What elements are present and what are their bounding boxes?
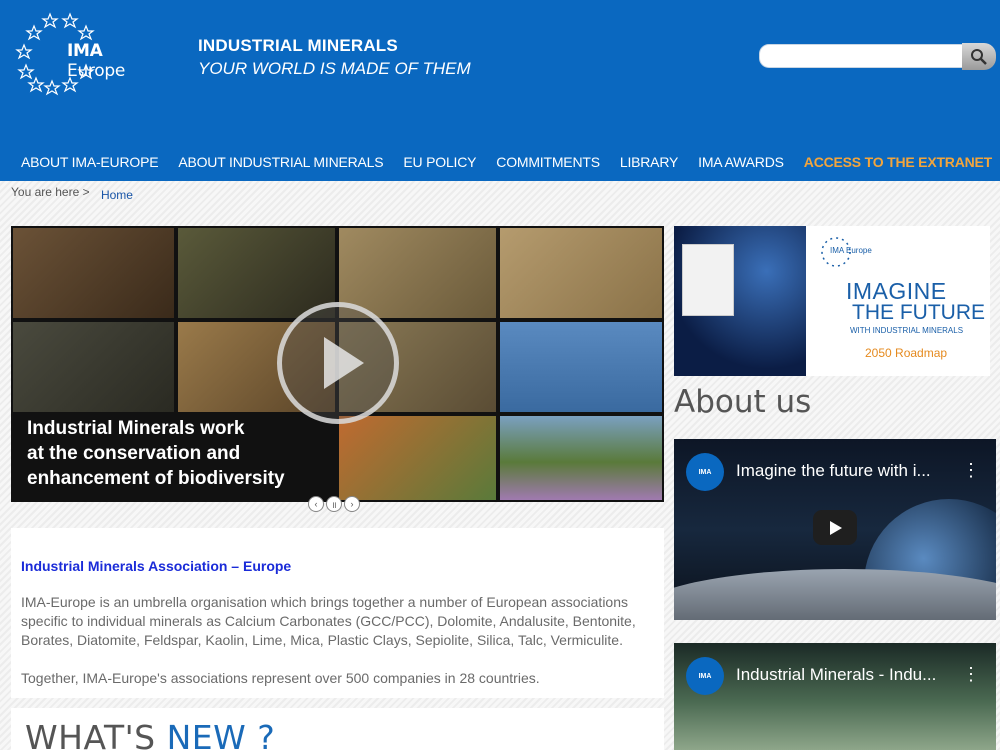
tagline-title: INDUSTRIAL MINERALS bbox=[198, 36, 398, 55]
breadcrumb-prefix: You are here > bbox=[11, 185, 90, 199]
more-options-icon[interactable]: ⋮ bbox=[962, 461, 980, 479]
banner-future: THE FUTURE bbox=[852, 301, 985, 324]
slider-controls: ‹ ॥ › bbox=[308, 496, 360, 512]
chevron-left-icon: ‹ bbox=[314, 499, 318, 509]
video-title[interactable]: Imagine the future with i... bbox=[736, 461, 931, 481]
video-embed-2[interactable]: IMA Industrial Minerals - Indu... ⋮ bbox=[674, 643, 996, 750]
chevron-right-icon: › bbox=[350, 499, 354, 509]
sky-image bbox=[500, 322, 662, 412]
snake-image bbox=[339, 228, 496, 318]
search-input[interactable] bbox=[759, 44, 964, 68]
search-icon bbox=[971, 48, 987, 65]
nav-library[interactable]: LIBRARY bbox=[620, 154, 678, 170]
play-icon bbox=[830, 520, 842, 535]
dragonfly-image bbox=[178, 228, 335, 318]
brochure-cover bbox=[682, 244, 734, 316]
main-nav: ABOUT IMA-EUROPE ABOUT INDUSTRIAL MINERA… bbox=[21, 154, 992, 170]
nav-commitments[interactable]: COMMITMENTS bbox=[496, 154, 600, 170]
channel-avatar[interactable]: IMA bbox=[686, 657, 724, 695]
orchid-image bbox=[500, 416, 662, 500]
astronaut-image bbox=[674, 226, 806, 376]
nav-access-extranet[interactable]: ACCESS TO THE EXTRANET bbox=[804, 154, 992, 170]
banner-roadmap: 2050 Roadmap bbox=[865, 346, 948, 360]
nav-eu-policy[interactable]: EU POLICY bbox=[403, 154, 476, 170]
slider-pause-button[interactable]: ॥ bbox=[326, 496, 342, 512]
intro-paragraph-2: Together, IMA-Europe's associations repr… bbox=[21, 670, 540, 686]
slider-next-button[interactable]: › bbox=[344, 496, 360, 512]
nav-ima-awards[interactable]: IMA AWARDS bbox=[698, 154, 784, 170]
slide-caption: Industrial Minerals work at the conserva… bbox=[27, 418, 285, 489]
intro-heading[interactable]: Industrial Minerals Association – Europe bbox=[21, 558, 654, 574]
breadcrumb: You are here > Home bbox=[11, 185, 133, 202]
nav-about-industrial-minerals[interactable]: ABOUT INDUSTRIAL MINERALS bbox=[178, 154, 383, 170]
ima-europe-logo[interactable]: IMA Europe bbox=[12, 8, 152, 96]
intro-panel: Industrial Minerals Association – Europe… bbox=[11, 528, 664, 698]
banner-subtitle: WITH INDUSTRIAL MINERALS bbox=[850, 326, 964, 335]
badger-image bbox=[13, 322, 174, 412]
search-button[interactable] bbox=[962, 43, 996, 70]
owl-image bbox=[13, 228, 174, 318]
play-icon bbox=[324, 337, 364, 389]
play-button[interactable] bbox=[277, 302, 399, 424]
nav-about-ima-europe[interactable]: ABOUT IMA-EUROPE bbox=[21, 154, 159, 170]
more-options-icon[interactable]: ⋮ bbox=[962, 665, 980, 683]
bird-image bbox=[500, 228, 662, 318]
logo-text: IMA Europe bbox=[67, 41, 125, 81]
tagline-subtitle: YOUR WORLD IS MADE OF THEM bbox=[198, 59, 471, 78]
slider-prev-button[interactable]: ‹ bbox=[308, 496, 324, 512]
image-slider[interactable]: Industrial Minerals work at the conserva… bbox=[11, 226, 664, 502]
breadcrumb-home-link[interactable]: Home bbox=[101, 188, 133, 202]
about-us-heading: About us bbox=[674, 384, 812, 420]
channel-avatar[interactable]: IMA bbox=[686, 453, 724, 491]
roadmap-banner[interactable]: IMA Europe IMAGINE THE FUTURE WITH INDUS… bbox=[674, 226, 990, 376]
banner-logo-text: IMA Europe bbox=[830, 246, 872, 255]
video-play-button[interactable] bbox=[813, 510, 857, 545]
intro-paragraph-1: IMA-Europe is an umbrella organisation w… bbox=[21, 594, 636, 648]
moon-surface-image bbox=[674, 569, 996, 620]
video-title[interactable]: Industrial Minerals - Indu... bbox=[736, 665, 936, 685]
pause-icon: ॥ bbox=[331, 499, 337, 510]
whats-new-heading: WHAT'S NEW ? bbox=[25, 718, 276, 750]
site-header: IMA Europe INDUSTRIAL MINERALS YOUR WORL… bbox=[0, 0, 1000, 181]
butterfly-image bbox=[339, 416, 496, 500]
tagline: INDUSTRIAL MINERALS YOUR WORLD IS MADE O… bbox=[198, 36, 471, 79]
video-embed-1[interactable]: IMA Imagine the future with i... ⋮ bbox=[674, 439, 996, 620]
